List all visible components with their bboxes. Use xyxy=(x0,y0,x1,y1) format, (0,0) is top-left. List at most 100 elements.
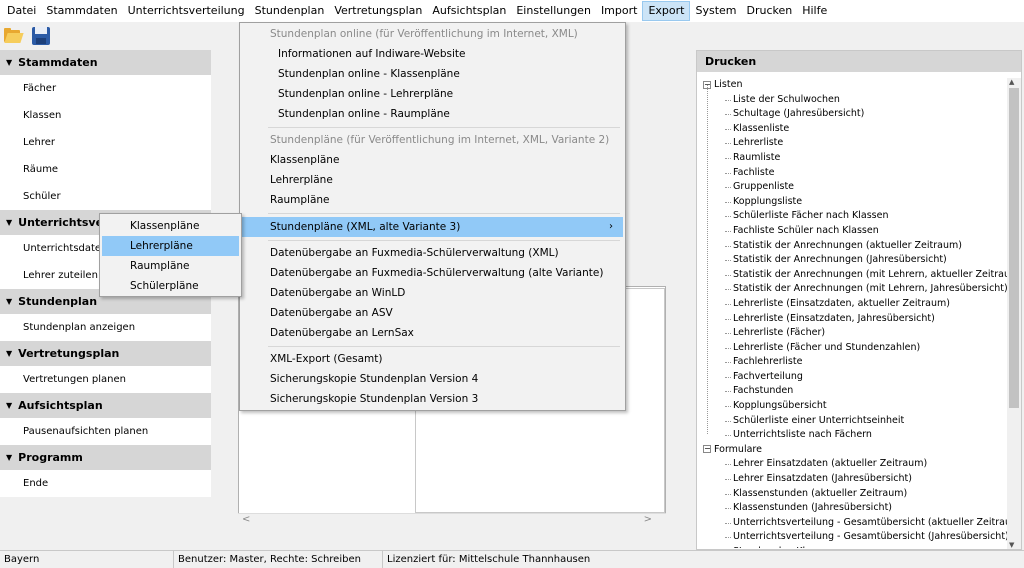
menu-vertretungsplan[interactable]: Vertretungsplan xyxy=(329,1,427,21)
tree-formulare-item[interactable]: Stundenplan Klasse xyxy=(697,545,1007,548)
vertical-scrollbar[interactable]: ▲ ▼ xyxy=(1007,78,1021,549)
menu-unterrichtsverteilung[interactable]: Unterrichtsverteilung xyxy=(123,1,250,21)
nav-item-ende[interactable]: Ende xyxy=(0,470,211,497)
export-item-lernsax[interactable]: Datenübergabe an LernSax xyxy=(240,323,625,343)
nav-group-programm: ▼ Programm Ende xyxy=(0,445,211,497)
nav-header-programm[interactable]: ▼ Programm xyxy=(0,445,211,470)
export-item-klassenplaene[interactable]: Klassenpläne xyxy=(240,150,625,170)
nav-header-stammdaten[interactable]: ▼ Stammdaten xyxy=(0,50,211,75)
tree-listen-item[interactable]: Statistik der Anrechnungen (mit Lehrern,… xyxy=(697,282,1007,297)
nav-item-lehrer[interactable]: Lehrer xyxy=(0,129,211,156)
menu-import[interactable]: Import xyxy=(596,1,643,21)
tree-listen-item[interactable]: Raumliste xyxy=(697,151,1007,166)
nav-header-vertretungsplan[interactable]: ▼ Vertretungsplan xyxy=(0,341,211,366)
tree-listen-item[interactable]: Gruppenliste xyxy=(697,180,1007,195)
menu-stundenplan[interactable]: Stundenplan xyxy=(250,1,330,21)
export-item-online-lehrerplaene[interactable]: Stundenplan online - Lehrerpläne xyxy=(240,84,625,104)
tree-listen-item[interactable]: Lehrerliste (Fächer und Stundenzahlen) xyxy=(697,341,1007,356)
menu-separator xyxy=(268,213,620,214)
tree-listen-item[interactable]: Lehrerliste (Einsatzdaten, Jahresübersic… xyxy=(697,312,1007,327)
tree-listen-item[interactable]: Statistik der Anrechnungen (aktueller Ze… xyxy=(697,239,1007,254)
tree-listen-item[interactable]: Schultage (Jahresübersicht) xyxy=(697,107,1007,122)
collapse-box-icon[interactable]: − xyxy=(703,80,711,89)
nav-item-stundenplan-anzeigen[interactable]: Stundenplan anzeigen xyxy=(0,314,211,341)
submenu-arrow-icon: › xyxy=(609,221,613,232)
menu-aufsichtsplan[interactable]: Aufsichtsplan xyxy=(427,1,511,21)
tree-listen-item[interactable]: Fachlehrerliste xyxy=(697,355,1007,370)
scroll-up-icon[interactable]: ▲ xyxy=(1009,78,1014,86)
nav-item-faecher[interactable]: Fächer xyxy=(0,75,211,102)
status-bar: Bayern Benutzer: Master, Rechte: Schreib… xyxy=(0,550,1024,568)
nav-item-klassen[interactable]: Klassen xyxy=(0,102,211,129)
tree-listen-item[interactable]: Statistik der Anrechnungen (Jahresübersi… xyxy=(697,253,1007,268)
tree-listen-item[interactable]: Schülerliste Fächer nach Klassen xyxy=(697,209,1007,224)
export-item-asv[interactable]: Datenübergabe an ASV xyxy=(240,303,625,323)
nav-header-label: Vertretungsplan xyxy=(18,347,120,360)
menu-datei[interactable]: Datei xyxy=(2,1,41,21)
tree-node-listen[interactable]: − Listen xyxy=(697,78,1007,93)
save-icon[interactable] xyxy=(30,25,52,47)
export-item-lehrerplaene[interactable]: Lehrerpläne xyxy=(240,170,625,190)
submenu-item-schuelerplaene[interactable]: Schülerpläne xyxy=(100,276,241,296)
tree-formulare-item[interactable]: Lehrer Einsatzdaten (Jahresübersicht) xyxy=(697,472,1007,487)
tree-formulare-item[interactable]: Unterrichtsverteilung - Gesamtübersicht … xyxy=(697,516,1007,531)
nav-item-raeume[interactable]: Räume xyxy=(0,156,211,183)
submenu-item-raumplaene[interactable]: Raumpläne xyxy=(100,256,241,276)
nav-group-stammdaten: ▼ Stammdaten Fächer Klassen Lehrer Räume … xyxy=(0,50,211,210)
submenu-item-klassenplaene[interactable]: Klassenpläne xyxy=(100,216,241,236)
folder-open-icon[interactable] xyxy=(2,25,24,47)
scrollbar-thumb[interactable] xyxy=(1009,88,1019,408)
submenu-item-lehrerplaene[interactable]: Lehrerpläne xyxy=(102,236,239,256)
export-item-informationen[interactable]: Informationen auf Indiware-Website xyxy=(240,44,625,64)
tree-listen-item[interactable]: Fachstunden xyxy=(697,384,1007,399)
export-item-winld[interactable]: Datenübergabe an WinLD xyxy=(240,283,625,303)
menu-system[interactable]: System xyxy=(690,1,741,21)
menu-separator xyxy=(268,127,620,128)
tree-node-formulare[interactable]: − Formulare xyxy=(697,443,1007,458)
tree-listen-item[interactable]: Fachliste xyxy=(697,166,1007,181)
tree-listen-item[interactable]: Lehrerliste (Einsatzdaten, aktueller Zei… xyxy=(697,297,1007,312)
tree-formulare-item[interactable]: Unterrichtsverteilung - Gesamtübersicht … xyxy=(697,530,1007,545)
tree-listen-item[interactable]: Klassenliste xyxy=(697,122,1007,137)
nav-item-schueler[interactable]: Schüler xyxy=(0,183,211,210)
collapse-triangle-icon: ▼ xyxy=(6,349,13,358)
horizontal-scrollbar[interactable]: < > xyxy=(238,513,666,528)
menu-stammdaten[interactable]: Stammdaten xyxy=(41,1,122,21)
tree-listen-item[interactable]: Lehrerliste xyxy=(697,136,1007,151)
export-item-sicherung-v4[interactable]: Sicherungskopie Stundenplan Version 4 xyxy=(240,369,625,389)
scroll-left-icon[interactable]: < xyxy=(242,514,250,525)
menu-einstellungen[interactable]: Einstellungen xyxy=(511,1,596,21)
tree-listen-item[interactable]: Liste der Schulwochen xyxy=(697,93,1007,108)
tree-formulare-item[interactable]: Klassenstunden (aktueller Zeitraum) xyxy=(697,487,1007,502)
menu-export[interactable]: Export xyxy=(642,1,691,21)
tree-listen-item[interactable]: Statistik der Anrechnungen (mit Lehrern,… xyxy=(697,268,1007,283)
tree-listen-item[interactable]: Lehrerliste (Fächer) xyxy=(697,326,1007,341)
export-item-alte-variante-3[interactable]: Stundenpläne (XML, alte Variante 3) › xyxy=(242,217,623,237)
export-item-fuxmedia-xml[interactable]: Datenübergabe an Fuxmedia-Schülerverwalt… xyxy=(240,243,625,263)
nav-header-aufsichtsplan[interactable]: ▼ Aufsichtsplan xyxy=(0,393,211,418)
menu-drucken[interactable]: Drucken xyxy=(742,1,798,21)
export-item-xml-gesamt[interactable]: XML-Export (Gesamt) xyxy=(240,349,625,369)
tree-listen-item[interactable]: Schülerliste einer Unterrichtseinheit xyxy=(697,414,1007,429)
scroll-down-icon[interactable]: ▼ xyxy=(1009,541,1014,549)
menu-hilfe[interactable]: Hilfe xyxy=(797,1,832,21)
tree-listen-item[interactable]: Fachverteilung xyxy=(697,370,1007,385)
export-item-online-klassenplaene[interactable]: Stundenplan online - Klassenpläne xyxy=(240,64,625,84)
tree-listen-item[interactable]: Unterrichtsliste nach Fächern xyxy=(697,428,1007,443)
export-item-sicherung-v3[interactable]: Sicherungskopie Stundenplan Version 3 xyxy=(240,389,625,409)
tree-formulare-item[interactable]: Lehrer Einsatzdaten (aktueller Zeitraum) xyxy=(697,457,1007,472)
export-item-online-raumplaene[interactable]: Stundenplan online - Raumpläne xyxy=(240,104,625,124)
status-region: Bayern xyxy=(0,550,174,568)
scroll-right-icon[interactable]: > xyxy=(644,514,652,525)
export-item-raumplaene[interactable]: Raumpläne xyxy=(240,190,625,210)
export-submenu: Klassenpläne Lehrerpläne Raumpläne Schül… xyxy=(99,213,242,297)
tree-listen-item[interactable]: Fachliste Schüler nach Klassen xyxy=(697,224,1007,239)
nav-item-vertretungen-planen[interactable]: Vertretungen planen xyxy=(0,366,211,393)
tree-listen-item[interactable]: Kopplungsübersicht xyxy=(697,399,1007,414)
tree-listen-item[interactable]: Kopplungsliste xyxy=(697,195,1007,210)
nav-item-pausenaufsichten-planen[interactable]: Pausenaufsichten planen xyxy=(0,418,211,445)
export-section-header-online: Stundenplan online (für Veröffentlichung… xyxy=(270,28,578,40)
tree-formulare-item[interactable]: Klassenstunden (Jahresübersicht) xyxy=(697,501,1007,516)
export-item-fuxmedia-alt[interactable]: Datenübergabe an Fuxmedia-Schülerverwalt… xyxy=(240,263,625,283)
collapse-box-icon[interactable]: − xyxy=(703,445,711,454)
